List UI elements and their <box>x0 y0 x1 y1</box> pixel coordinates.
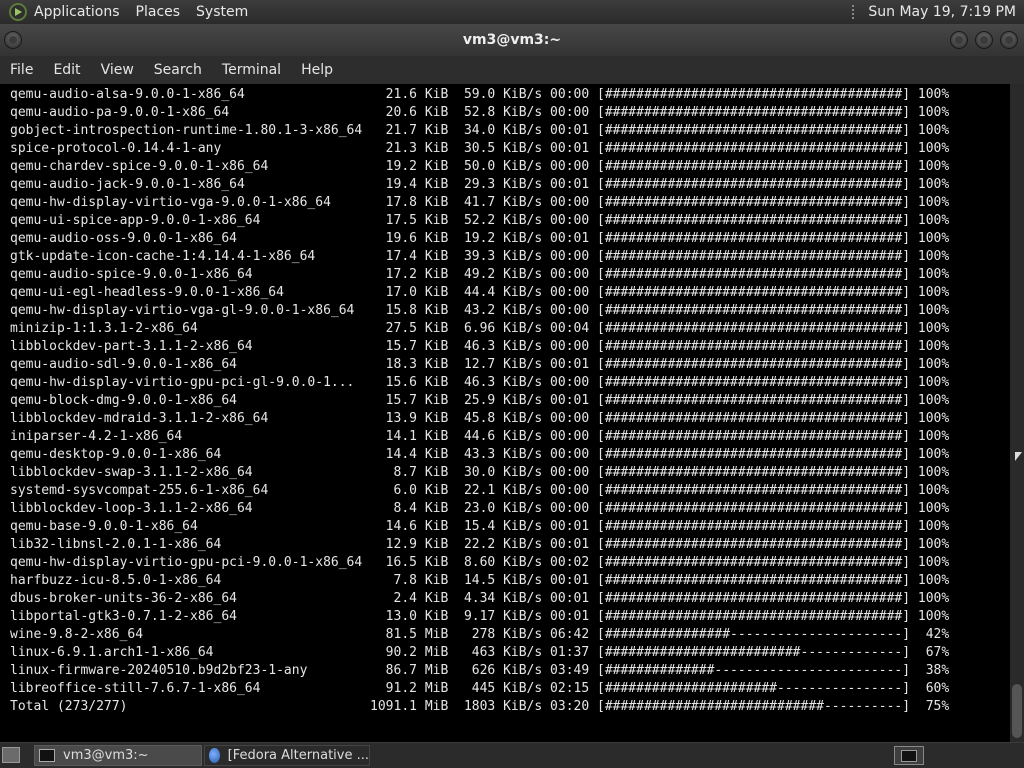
places-menu[interactable]: Places <box>136 4 181 20</box>
applications-menu[interactable]: Applications <box>34 4 120 20</box>
terminal-line: qemu-block-dmg-9.0.0-1-x86_64 15.7 KiB 2… <box>10 393 950 408</box>
terminal-line: qemu-hw-display-virtio-gpu-pci-gl-9.0.0-… <box>10 375 950 390</box>
terminal-line: spice-protocol-0.14.4-1-any 21.3 KiB 30.… <box>10 141 950 156</box>
menu-help[interactable]: Help <box>291 62 343 78</box>
terminal-line: wine-9.8-2-x86_64 81.5 MiB 278 KiB/s 06:… <box>10 627 950 642</box>
terminal-line: qemu-ui-spice-app-9.0.0-1-x86_64 17.5 Ki… <box>10 213 950 228</box>
terminal-line: qemu-audio-oss-9.0.0-1-x86_64 19.6 KiB 1… <box>10 231 950 246</box>
terminal-line: libblockdev-part-3.1.1-2-x86_64 15.7 KiB… <box>10 339 950 354</box>
panel-handle-icon <box>852 5 860 19</box>
clock[interactable]: Sun May 19, 7:19 PM <box>868 4 1016 20</box>
maximize-icon[interactable] <box>975 31 993 49</box>
menubar: File Edit View Search Terminal Help <box>0 56 1024 84</box>
terminal-scrollbar[interactable] <box>1010 84 1024 742</box>
taskbar-item-label: [Fedora Alternative ... <box>227 748 369 763</box>
window-title: vm3@vm3:~ <box>462 32 562 48</box>
menu-view[interactable]: View <box>91 62 144 78</box>
terminal-icon <box>39 749 55 762</box>
taskbar-item-label: vm3@vm3:~ <box>63 748 149 763</box>
terminal-line: qemu-hw-display-virtio-vga-gl-9.0.0-1-x8… <box>10 303 950 318</box>
workspace-switcher[interactable] <box>894 746 924 765</box>
terminal-line: qemu-desktop-9.0.0-1-x86_64 14.4 KiB 43.… <box>10 447 950 462</box>
terminal-line: libblockdev-mdraid-3.1.1-2-x86_64 13.9 K… <box>10 411 950 426</box>
menu-file[interactable]: File <box>0 62 43 78</box>
terminal-line: dbus-broker-units-36-2-x86_64 2.4 KiB 4.… <box>10 591 950 606</box>
terminal-line: Total (273/277) 1091.1 MiB 1803 KiB/s 03… <box>10 699 950 714</box>
terminal-line: qemu-hw-display-virtio-vga-9.0.0-1-x86_6… <box>10 195 950 210</box>
terminal-line: linux-firmware-20240510.b9d2bf23-1-any 8… <box>10 663 950 678</box>
bottom-panel: vm3@vm3:~ [Fedora Alternative ... <box>0 742 1024 768</box>
show-desktop-icon[interactable] <box>2 747 20 763</box>
terminal-line: qemu-audio-alsa-9.0.0-1-x86_64 21.6 KiB … <box>10 87 950 102</box>
terminal-line: libreoffice-still-7.6.7-1-x86_64 91.2 Mi… <box>10 681 950 696</box>
terminal-line: qemu-base-9.0.0-1-x86_64 14.6 KiB 15.4 K… <box>10 519 950 534</box>
top-panel: Applications Places System Sun May 19, 7… <box>0 0 1024 24</box>
terminal-output[interactable]: qemu-audio-alsa-9.0.0-1-x86_64 21.6 KiB … <box>0 84 1010 742</box>
terminal-line: qemu-hw-display-virtio-gpu-pci-9.0.0-1-x… <box>10 555 950 570</box>
terminal-line: qemu-audio-spice-9.0.0-1-x86_64 17.2 KiB… <box>10 267 950 282</box>
mouse-pointer-icon <box>1015 452 1022 461</box>
scrollbar-thumb[interactable] <box>1012 684 1022 738</box>
terminal-line: linux-6.9.1.arch1-1-x86_64 90.2 MiB 463 … <box>10 645 950 660</box>
taskbar-item-browser[interactable]: [Fedora Alternative ... <box>204 745 370 766</box>
taskbar-item-terminal[interactable]: vm3@vm3:~ <box>34 745 202 766</box>
browser-icon <box>209 748 220 763</box>
minimize-icon[interactable] <box>950 31 968 49</box>
terminal-line: minizip-1:1.3.1-2-x86_64 27.5 KiB 6.96 K… <box>10 321 950 336</box>
terminal-text: qemu-audio-alsa-9.0.0-1-x86_64 21.6 KiB … <box>0 84 1010 716</box>
system-menu[interactable]: System <box>196 4 248 20</box>
terminal-line: lib32-libnsl-2.0.1-1-x86_64 12.9 KiB 22.… <box>10 537 950 552</box>
terminal-line: gobject-introspection-runtime-1.80.1-3-x… <box>10 123 950 138</box>
terminal-line: gtk-update-icon-cache-1:4.14.4-1-x86_64 … <box>10 249 950 264</box>
terminal-line: qemu-audio-sdl-9.0.0-1-x86_64 18.3 KiB 1… <box>10 357 950 372</box>
terminal-line: iniparser-4.2-1-x86_64 14.1 KiB 44.6 KiB… <box>10 429 950 444</box>
window-menu-icon[interactable] <box>4 31 22 49</box>
window-titlebar[interactable]: vm3@vm3:~ <box>0 24 1024 56</box>
terminal-line: qemu-chardev-spice-9.0.0-1-x86_64 19.2 K… <box>10 159 950 174</box>
terminal-line: systemd-sysvcompat-255.6-1-x86_64 6.0 Ki… <box>10 483 950 498</box>
menu-terminal[interactable]: Terminal <box>212 62 291 78</box>
terminal-line: harfbuzz-icu-8.5.0-1-x86_64 7.8 KiB 14.5… <box>10 573 950 588</box>
terminal-line: libblockdev-loop-3.1.1-2-x86_64 8.4 KiB … <box>10 501 950 516</box>
terminal-line: qemu-ui-egl-headless-9.0.0-1-x86_64 17.0… <box>10 285 950 300</box>
menu-search[interactable]: Search <box>144 62 212 78</box>
distro-logo-icon[interactable] <box>9 3 27 21</box>
terminal-line: qemu-audio-jack-9.0.0-1-x86_64 19.4 KiB … <box>10 177 950 192</box>
panel-right-area: Sun May 19, 7:19 PM <box>852 4 1024 20</box>
menu-edit[interactable]: Edit <box>43 62 90 78</box>
close-icon[interactable] <box>1000 31 1018 49</box>
terminal-line: libblockdev-swap-3.1.1-2-x86_64 8.7 KiB … <box>10 465 950 480</box>
terminal-line: qemu-audio-pa-9.0.0-1-x86_64 20.6 KiB 52… <box>10 105 950 120</box>
terminal-line: libportal-gtk3-0.7.1-2-x86_64 13.0 KiB 9… <box>10 609 950 624</box>
